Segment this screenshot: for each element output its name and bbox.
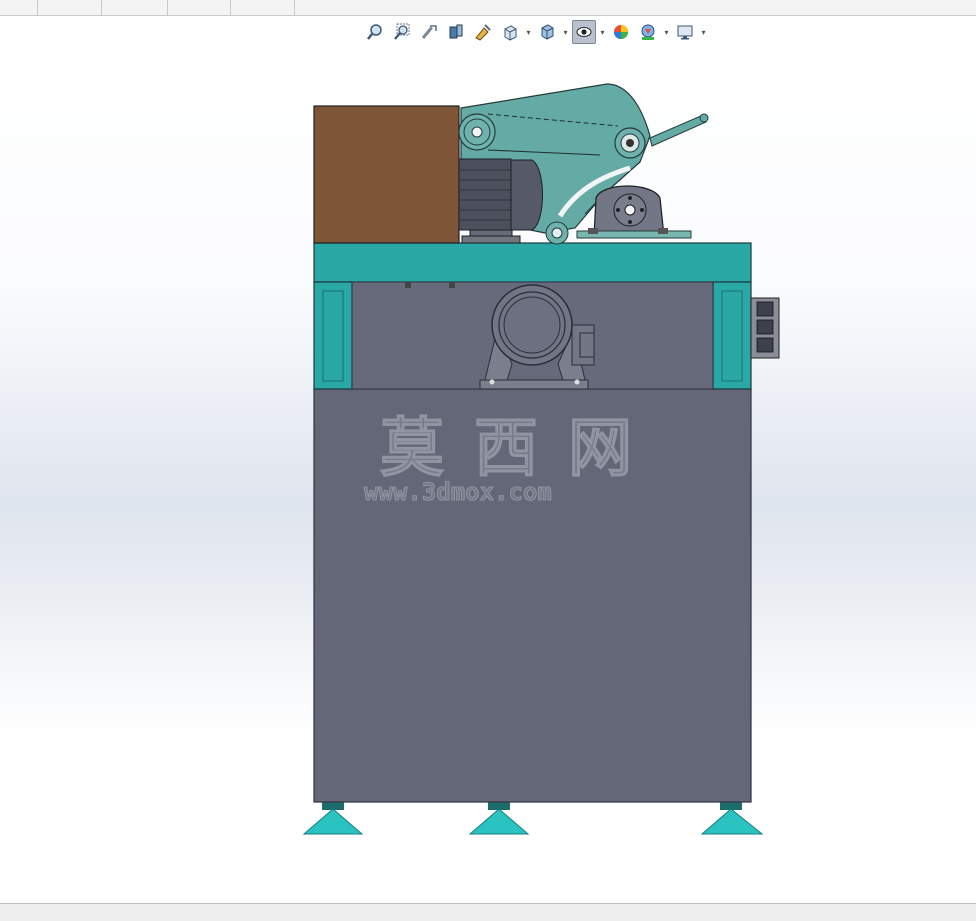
status-bar: [0, 903, 976, 921]
edit-appearance-icon[interactable]: [609, 20, 633, 44]
chevron-down-icon[interactable]: ▾: [525, 28, 532, 37]
heads-up-view-toolbar: ▾ ▾ ▾ ▾ ▾: [363, 20, 707, 44]
previous-view-icon[interactable]: [417, 20, 441, 44]
hide-show-items-icon[interactable]: [572, 20, 596, 44]
watermark-url: www.3dmox.com: [364, 478, 552, 506]
watermark-chinese: 莫西网: [380, 411, 662, 486]
chevron-down-icon[interactable]: ▾: [700, 28, 707, 37]
chevron-down-icon[interactable]: ▾: [562, 28, 569, 37]
graphics-area[interactable]: 莫西网 www.3dmox.com: [0, 0, 976, 903]
side-bracket: [750, 297, 780, 359]
apply-scene-icon[interactable]: [636, 20, 660, 44]
electrical-box: [313, 105, 460, 244]
dynamic-annotation-views-icon[interactable]: [471, 20, 495, 44]
display-style-icon[interactable]: [535, 20, 559, 44]
leveling-foot-center: [468, 802, 530, 835]
section-view-icon[interactable]: [444, 20, 468, 44]
chevron-down-icon[interactable]: ▾: [663, 28, 670, 37]
chevron-down-icon[interactable]: ▾: [599, 28, 606, 37]
drive-motor: [458, 158, 543, 244]
zoom-to-area-icon[interactable]: [390, 20, 414, 44]
view-settings-icon[interactable]: [673, 20, 697, 44]
zoom-to-fit-icon[interactable]: [363, 20, 387, 44]
leveling-foot-right: [700, 802, 764, 835]
leveling-foot-left: [302, 802, 364, 835]
view-orientation-icon[interactable]: [498, 20, 522, 44]
